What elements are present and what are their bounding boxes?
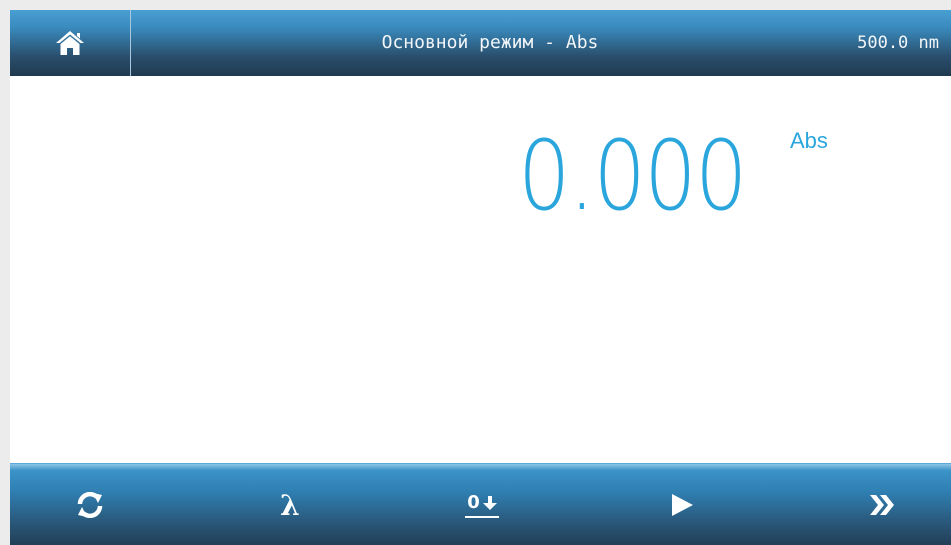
lambda-icon: λ <box>280 488 300 522</box>
frame-left <box>0 0 10 545</box>
zero-icon: 0 <box>465 491 499 518</box>
play-button[interactable] <box>622 464 742 545</box>
wavelength-button[interactable]: λ <box>230 464 350 545</box>
header-bar: Основной режим - Abs 500.0 nm <box>10 10 951 76</box>
down-arrow-icon <box>482 495 497 510</box>
forward-icon <box>870 495 894 515</box>
wavelength-readout[interactable]: 500.0 nm <box>857 10 939 76</box>
header-divider <box>130 10 131 76</box>
zero-button[interactable]: 0 <box>422 464 542 545</box>
frame-top <box>0 0 951 10</box>
zero-underline <box>465 515 499 518</box>
forward-button[interactable] <box>822 464 942 545</box>
home-button[interactable] <box>10 10 130 76</box>
refresh-icon <box>77 492 103 518</box>
absorbance-unit: Abs <box>790 128 828 153</box>
absorbance-value: 0.000 <box>518 120 747 232</box>
page-title: Основной режим - Abs <box>381 32 599 53</box>
zero-label-text: 0 <box>467 491 480 513</box>
refresh-button[interactable] <box>30 464 150 545</box>
bottom-toolbar: λ 0 <box>10 463 951 545</box>
play-icon <box>672 494 693 516</box>
screen: Основной режим - Abs 500.0 nm 0.000 Abs … <box>0 0 951 545</box>
home-icon <box>56 31 84 55</box>
